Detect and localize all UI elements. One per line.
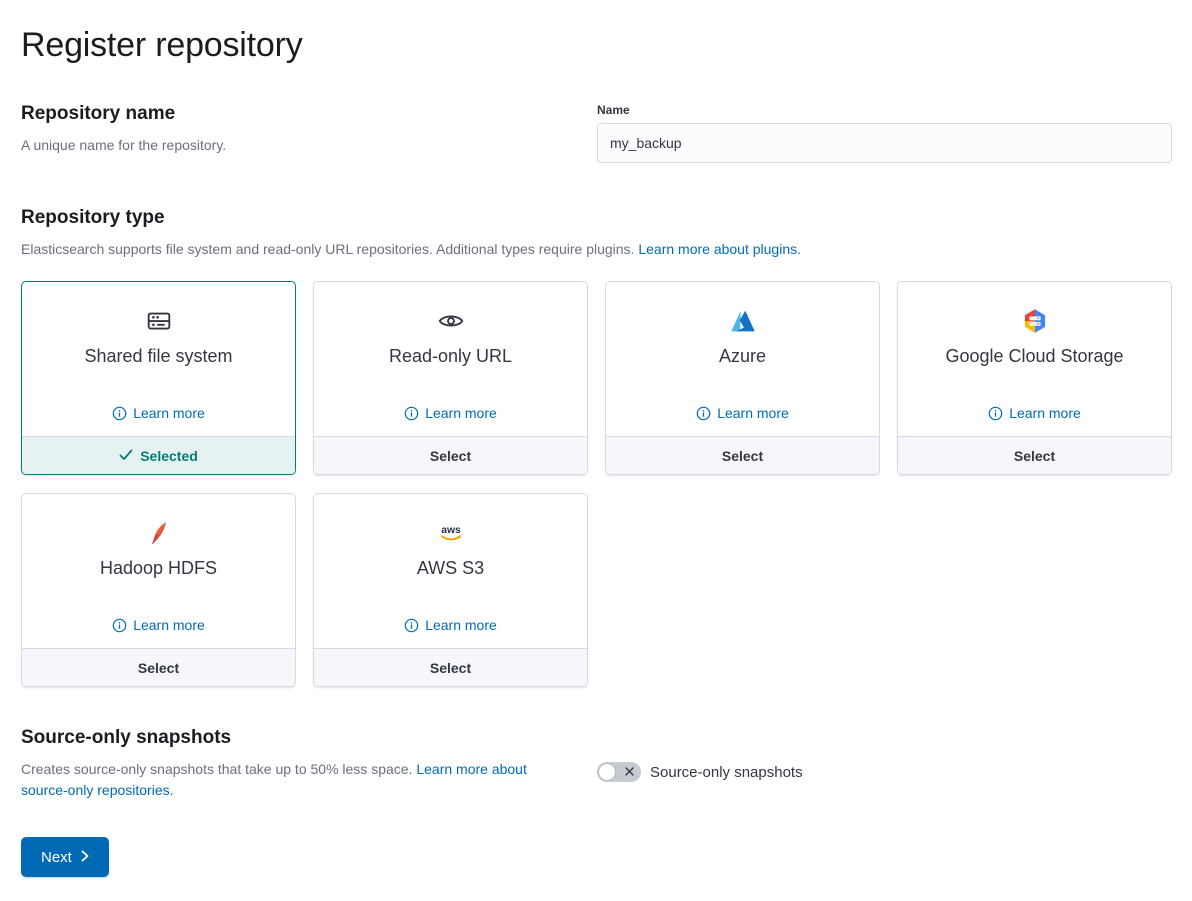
source-only-section: Source-only snapshots Creates source-onl… xyxy=(21,727,1172,801)
next-button[interactable]: Next xyxy=(21,837,109,877)
card-title: Hadoop HDFS xyxy=(100,558,217,579)
info-icon xyxy=(404,618,419,633)
learn-more-label: Learn more xyxy=(133,617,205,633)
repo-type-card-shared-file-system[interactable]: Shared file system Learn more Selected xyxy=(21,281,296,475)
gcs-icon xyxy=(1019,305,1051,337)
card-action-label: Select xyxy=(430,448,471,464)
info-icon xyxy=(112,618,127,633)
card-title: Azure xyxy=(719,346,766,367)
source-only-description: Creates source-only snapshots that take … xyxy=(21,759,556,801)
repository-name-section: Repository name A unique name for the re… xyxy=(21,103,1172,163)
card-action-label: Select xyxy=(430,660,471,676)
card-select-button[interactable]: Select xyxy=(314,436,587,474)
learn-more-link[interactable]: Learn more xyxy=(404,617,497,633)
repository-name-description: A unique name for the repository. xyxy=(21,135,573,156)
learn-more-link[interactable]: Learn more xyxy=(988,405,1081,421)
card-title: Google Cloud Storage xyxy=(945,346,1123,367)
source-only-toggle[interactable] xyxy=(597,762,641,782)
learn-more-label: Learn more xyxy=(133,405,205,421)
check-icon xyxy=(119,448,133,464)
source-only-toggle-label: Source-only snapshots xyxy=(650,764,803,781)
card-select-button[interactable]: Select xyxy=(898,436,1171,474)
repo-type-card-aws-s3[interactable]: aws AWS S3 Learn more Select xyxy=(313,493,588,687)
repository-type-description-text: Elasticsearch supports file system and r… xyxy=(21,241,638,257)
page-title: Register repository xyxy=(21,26,1172,65)
info-icon xyxy=(404,406,419,421)
info-icon xyxy=(696,406,711,421)
source-only-description-text: Creates source-only snapshots that take … xyxy=(21,761,416,777)
storage-icon xyxy=(143,305,175,337)
repository-type-description: Elasticsearch supports file system and r… xyxy=(21,239,1172,260)
name-field-label: Name xyxy=(597,103,1172,117)
card-selected-button[interactable]: Selected xyxy=(22,436,295,474)
learn-more-link[interactable]: Learn more xyxy=(112,617,205,633)
repo-type-card-hadoop-hdfs[interactable]: Hadoop HDFS Learn more Select xyxy=(21,493,296,687)
learn-more-label: Learn more xyxy=(1009,405,1081,421)
chevron-right-icon xyxy=(81,849,89,866)
card-action-label: Selected xyxy=(140,448,198,464)
repository-type-heading: Repository type xyxy=(21,207,1172,229)
card-title: Read-only URL xyxy=(389,346,512,367)
repository-name-input[interactable] xyxy=(597,123,1172,163)
learn-more-link[interactable]: Learn more xyxy=(112,405,205,421)
repo-type-card-azure[interactable]: Azure Learn more Select xyxy=(605,281,880,475)
learn-more-label: Learn more xyxy=(717,405,789,421)
next-button-label: Next xyxy=(41,849,72,866)
learn-more-link[interactable]: Learn more xyxy=(404,405,497,421)
source-only-heading: Source-only snapshots xyxy=(21,727,573,749)
hadoop-feather-icon xyxy=(143,517,175,549)
info-icon xyxy=(112,406,127,421)
repository-type-section: Repository type Elasticsearch supports f… xyxy=(21,207,1172,687)
repo-type-card-read-only-url[interactable]: Read-only URL Learn more Select xyxy=(313,281,588,475)
card-action-label: Select xyxy=(138,660,179,676)
eye-icon xyxy=(435,305,467,337)
aws-icon: aws xyxy=(435,517,467,549)
toggle-knob xyxy=(598,763,616,781)
card-select-button[interactable]: Select xyxy=(22,648,295,686)
card-title: Shared file system xyxy=(84,346,232,367)
card-action-label: Select xyxy=(722,448,763,464)
repository-type-card-grid: Shared file system Learn more Selected xyxy=(21,281,1172,687)
learn-more-label: Learn more xyxy=(425,617,497,633)
card-title: AWS S3 xyxy=(417,558,484,579)
learn-more-plugins-link[interactable]: Learn more about plugins. xyxy=(638,241,801,257)
repository-name-heading: Repository name xyxy=(21,103,573,125)
register-repository-page: Register repository Repository name A un… xyxy=(0,0,1192,901)
cross-icon xyxy=(624,766,635,777)
info-icon xyxy=(988,406,1003,421)
learn-more-label: Learn more xyxy=(425,405,497,421)
card-action-label: Select xyxy=(1014,448,1055,464)
card-select-button[interactable]: Select xyxy=(606,436,879,474)
learn-more-link[interactable]: Learn more xyxy=(696,405,789,421)
card-select-button[interactable]: Select xyxy=(314,648,587,686)
azure-icon xyxy=(727,305,759,337)
svg-text:aws: aws xyxy=(441,525,461,536)
repo-type-card-google-cloud-storage[interactable]: Google Cloud Storage Learn more Select xyxy=(897,281,1172,475)
